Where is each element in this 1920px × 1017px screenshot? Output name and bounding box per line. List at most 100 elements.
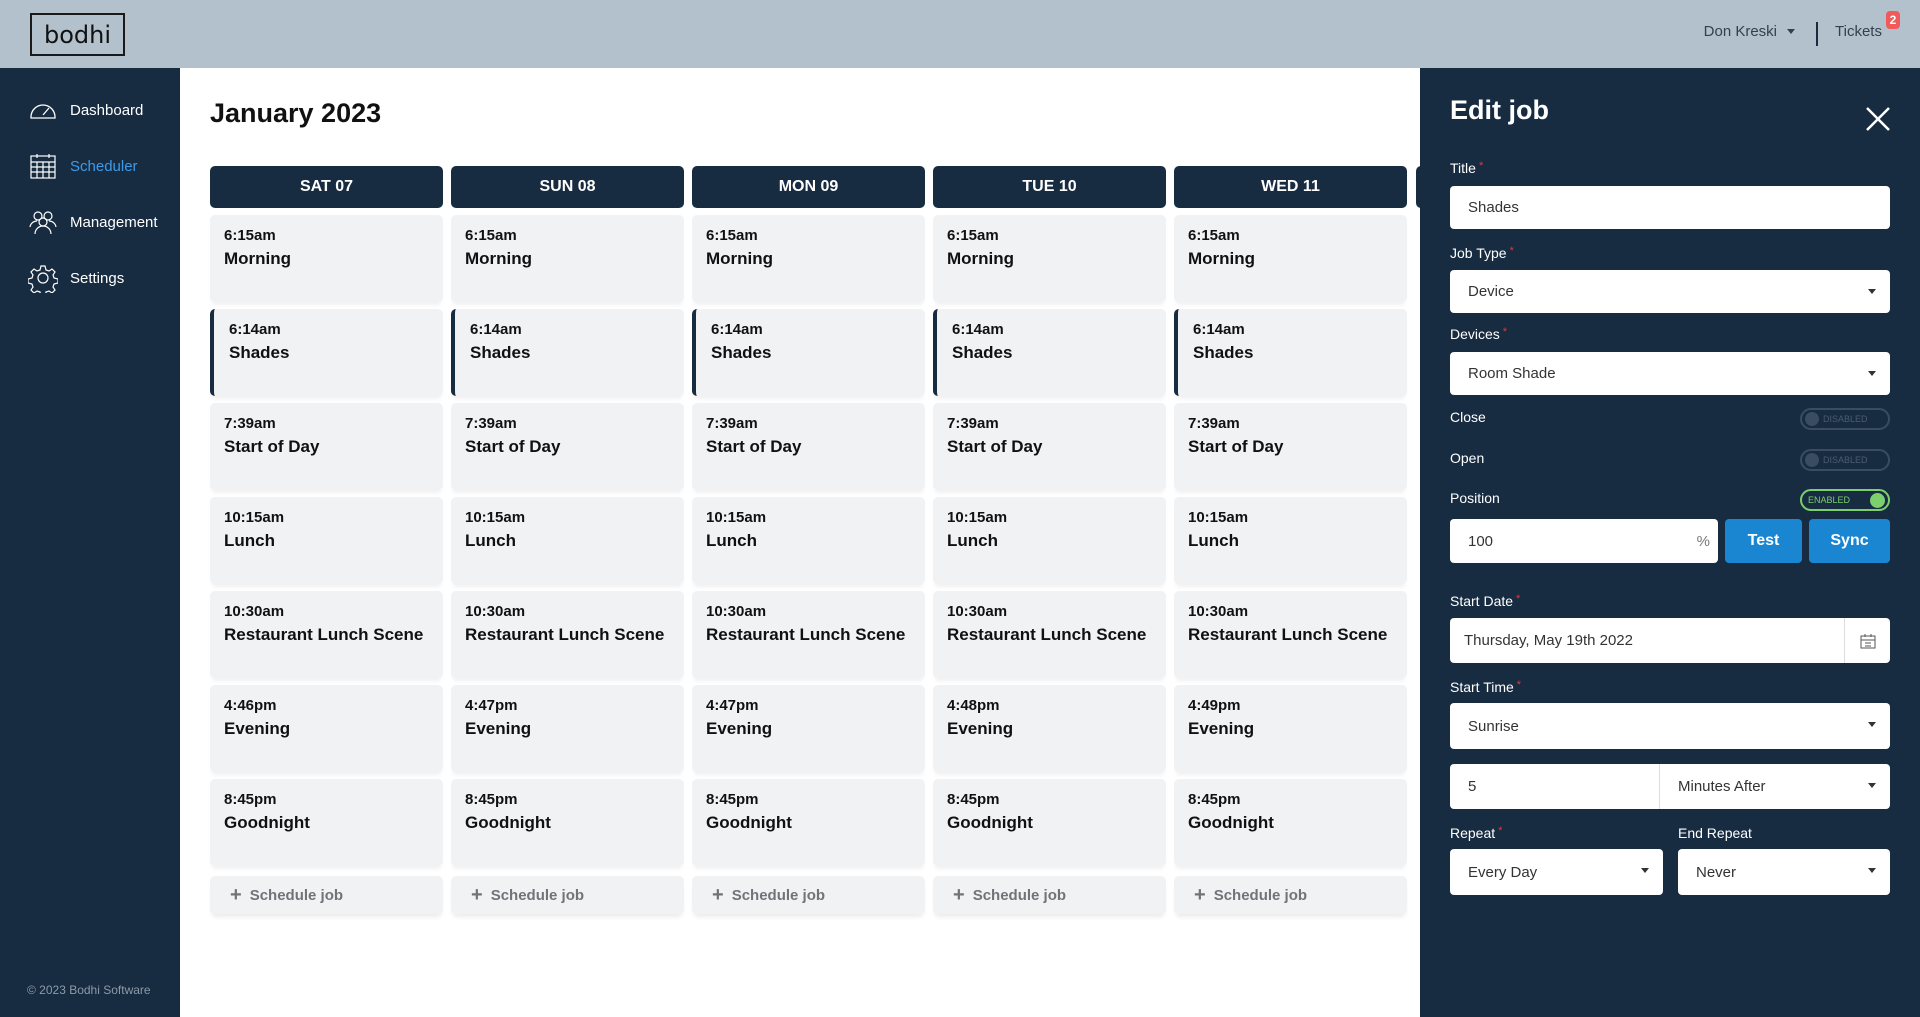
job-time: 8:45pm [465, 791, 518, 808]
devices-label: Devices * [1450, 326, 1508, 342]
job-time: 10:15am [947, 509, 1008, 526]
job-card[interactable]: 4:48pm Evening [933, 685, 1166, 772]
job-card[interactable]: 10:15am Lunch [1174, 497, 1407, 584]
job-card[interactable]: 10:30am Restaurant Lunch Scene [210, 591, 443, 678]
job-card[interactable]: 6:15am Morning [933, 215, 1166, 302]
sidebar-item-management[interactable]: Management [28, 207, 158, 237]
job-time: 10:30am [224, 603, 285, 620]
job-time: 4:47pm [706, 697, 759, 714]
job-name: Shades [229, 343, 290, 362]
job-card[interactable]: 7:39am Start of Day [451, 403, 684, 490]
job-card[interactable]: 10:30am Restaurant Lunch Scene [1174, 591, 1407, 678]
job-card[interactable]: 10:30am Restaurant Lunch Scene [451, 591, 684, 678]
job-name: Morning [1188, 249, 1256, 268]
schedule-job-button[interactable]: + Schedule job [451, 876, 684, 914]
job-name: Evening [706, 719, 773, 738]
job-card[interactable]: 4:46pm Evening [210, 685, 443, 772]
sidebar-item-settings[interactable]: Settings [28, 263, 124, 293]
schedule-job-button[interactable]: + Schedule job [210, 876, 443, 914]
job-card[interactable]: 8:45pm Goodnight [692, 779, 925, 866]
schedule-job-button[interactable]: + Schedule job [1174, 876, 1407, 914]
start-time-label: Start Time * [1450, 679, 1522, 695]
close-toggle[interactable]: DISABLED [1800, 408, 1890, 430]
job-time: 7:39am [1188, 415, 1240, 432]
sync-button[interactable]: Sync [1809, 519, 1890, 563]
job-time: 6:15am [947, 227, 999, 244]
job-card[interactable]: 10:30am Restaurant Lunch Scene [933, 591, 1166, 678]
job-time: 10:15am [465, 509, 526, 526]
job-time: 10:30am [465, 603, 526, 620]
sidebar-item-scheduler[interactable]: Scheduler [28, 151, 138, 181]
job-card[interactable]: 10:30am Restaurant Lunch Scene [692, 591, 925, 678]
job-card[interactable]: 6:14am Shades [451, 309, 684, 396]
top-bar: bodhi Don Kreski Tickets 2 [0, 0, 1920, 68]
end-repeat-select[interactable]: Never [1678, 849, 1890, 895]
job-card[interactable]: 6:14am Shades [933, 309, 1166, 396]
position-label: Position [1450, 490, 1500, 506]
job-type-select[interactable]: Device [1450, 270, 1890, 313]
job-card[interactable]: 4:47pm Evening [451, 685, 684, 772]
position-toggle[interactable]: ENABLED [1800, 489, 1890, 511]
job-card[interactable]: 6:14am Shades [692, 309, 925, 396]
job-card[interactable]: 10:15am Lunch [451, 497, 684, 584]
user-menu[interactable]: Don Kreski [1704, 23, 1795, 40]
tickets-link[interactable]: Tickets [1835, 23, 1882, 40]
job-card[interactable]: 7:39am Start of Day [210, 403, 443, 490]
job-card[interactable]: 6:15am Morning [451, 215, 684, 302]
close-icon[interactable] [1865, 106, 1891, 132]
job-card[interactable]: 7:39am Start of Day [1174, 403, 1407, 490]
job-card[interactable]: 7:39am Start of Day [933, 403, 1166, 490]
sidebar-item-label: Settings [70, 269, 125, 287]
job-card[interactable]: 6:15am Morning [210, 215, 443, 302]
start-time-select[interactable]: Sunrise [1450, 703, 1890, 749]
job-time: 4:46pm [224, 697, 277, 714]
job-name: Evening [1188, 719, 1255, 738]
schedule-job-button[interactable]: + Schedule job [692, 876, 925, 914]
offset-input[interactable]: 5 [1450, 764, 1660, 809]
job-name: Morning [465, 249, 533, 268]
job-time: 7:39am [706, 415, 758, 432]
offset-unit-select[interactable]: Minutes After [1660, 778, 1766, 795]
job-name: Start of Day [706, 437, 802, 456]
job-time: 6:15am [1188, 227, 1240, 244]
title-input[interactable]: Shades [1450, 186, 1890, 229]
job-card[interactable]: 4:47pm Evening [692, 685, 925, 772]
job-card[interactable]: 8:45pm Goodnight [933, 779, 1166, 866]
test-button[interactable]: Test [1725, 519, 1802, 563]
repeat-select[interactable]: Every Day [1450, 849, 1663, 895]
job-card[interactable]: 6:14am Shades [1174, 309, 1407, 396]
start-date-input[interactable]: Thursday, May 19th 2022 [1450, 618, 1890, 663]
job-time: 7:39am [465, 415, 517, 432]
job-time: 8:45pm [224, 791, 277, 808]
job-time: 8:45pm [1188, 791, 1241, 808]
chevron-down-icon [1868, 783, 1876, 788]
close-label: Close [1450, 409, 1486, 425]
logo[interactable]: bodhi [30, 13, 125, 56]
sidebar-item-dashboard[interactable]: Dashboard [28, 95, 143, 125]
job-card[interactable]: 7:39am Start of Day [692, 403, 925, 490]
job-name: Morning [224, 249, 292, 268]
calendar-icon[interactable] [1844, 618, 1890, 663]
day-header: SUN 08 [451, 166, 684, 208]
job-name: Lunch [224, 531, 275, 550]
chevron-down-icon [1868, 289, 1876, 294]
job-card[interactable]: 6:14am Shades [210, 309, 443, 396]
job-card[interactable]: 4:49pm Evening [1174, 685, 1407, 772]
job-card[interactable]: 8:45pm Goodnight [1174, 779, 1407, 866]
job-time: 6:14am [470, 321, 522, 338]
devices-select[interactable]: Room Shade [1450, 352, 1890, 395]
job-time: 8:45pm [706, 791, 759, 808]
job-card[interactable]: 10:15am Lunch [210, 497, 443, 584]
job-card[interactable]: 6:15am Morning [1174, 215, 1407, 302]
open-toggle[interactable]: DISABLED [1800, 449, 1890, 471]
job-name: Goodnight [947, 813, 1033, 832]
job-card[interactable]: 6:15am Morning [692, 215, 925, 302]
job-time: 6:14am [952, 321, 1004, 338]
job-card[interactable]: 10:15am Lunch [933, 497, 1166, 584]
job-type-label: Job Type * [1450, 245, 1514, 261]
job-card[interactable]: 8:45pm Goodnight [210, 779, 443, 866]
position-input[interactable]: 100% [1450, 519, 1718, 563]
job-card[interactable]: 10:15am Lunch [692, 497, 925, 584]
job-card[interactable]: 8:45pm Goodnight [451, 779, 684, 866]
schedule-job-button[interactable]: + Schedule job [933, 876, 1166, 914]
